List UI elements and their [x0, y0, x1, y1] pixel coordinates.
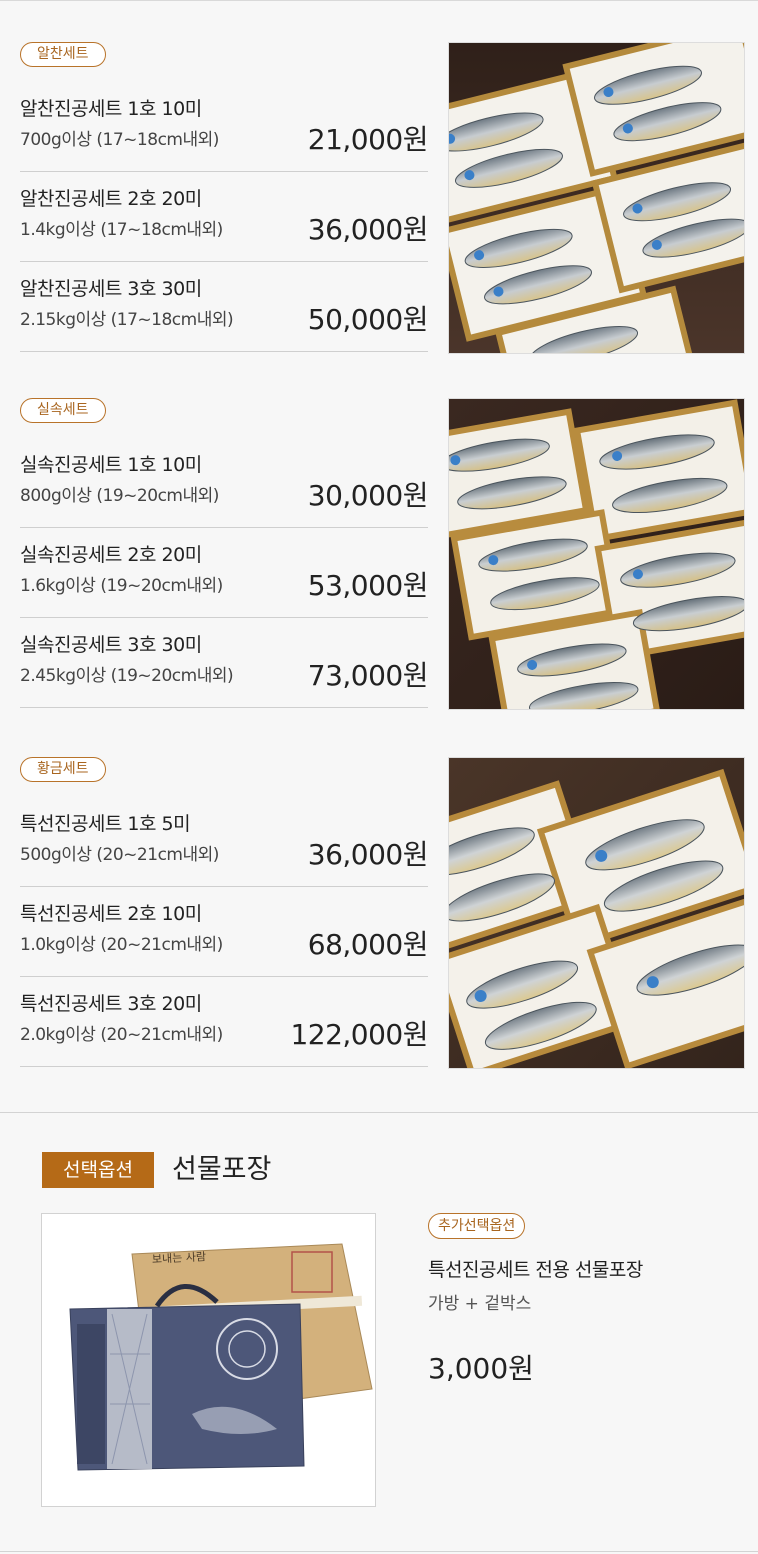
gift-package-photo: 보내는 사람	[41, 1213, 376, 1507]
set-item[interactable]: 실속진공세트 2호 20미 1.6kg이상 (19~20cm내외) 53,000…	[20, 528, 429, 618]
extra-option-badge: 추가선택옵션	[428, 1213, 526, 1239]
item-name: 실속진공세트 2호 20미	[20, 544, 202, 566]
set-section-silsok: 실속세트 실속진공세트 1호 10미 800g이상 (19~20cm내외) 30…	[20, 398, 745, 710]
set-item-list: 알찬진공세트 1호 10미 700g이상 (17~18cm내외) 21,000원…	[20, 82, 429, 352]
product-photo	[448, 398, 745, 710]
option-tag: 선택옵션	[42, 1152, 154, 1188]
item-spec: 500g이상 (20~21cm내외)	[20, 845, 219, 865]
item-price: 50,000원	[307, 303, 429, 336]
item-spec: 2.15kg이상 (17~18cm내외)	[20, 310, 234, 330]
item-name: 특선진공세트 1호 5미	[20, 813, 191, 835]
set-item[interactable]: 알찬진공세트 1호 10미 700g이상 (17~18cm내외) 21,000원	[20, 82, 429, 172]
item-name: 실속진공세트 1호 10미	[20, 454, 202, 476]
item-price: 36,000원	[307, 213, 429, 246]
item-price: 36,000원	[307, 838, 429, 871]
item-name: 알찬진공세트 3호 30미	[20, 278, 202, 300]
item-price: 122,000원	[290, 1018, 428, 1051]
item-price: 53,000원	[307, 569, 429, 602]
item-spec: 700g이상 (17~18cm내외)	[20, 130, 219, 150]
set-item-list: 특선진공세트 1호 5미 500g이상 (20~21cm내외) 36,000원 …	[20, 797, 429, 1067]
product-page: 알찬세트 알찬진공세트 1호 10미 700g이상 (17~18cm내외) 21…	[0, 0, 758, 1554]
extra-option-detail: 가방 + 겉박스	[428, 1294, 532, 1314]
item-price: 73,000원	[307, 659, 429, 692]
set-badge: 황금세트	[20, 757, 106, 782]
option-title: 선물포장	[172, 1154, 272, 1185]
top-divider	[0, 0, 758, 1]
item-name: 알찬진공세트 1호 10미	[20, 98, 202, 120]
product-photo	[448, 757, 745, 1069]
set-section-alchan: 알찬세트 알찬진공세트 1호 10미 700g이상 (17~18cm내외) 21…	[20, 42, 745, 354]
item-name: 실속진공세트 3호 30미	[20, 634, 202, 656]
extra-option-name: 특선진공세트 전용 선물포장	[428, 1259, 643, 1281]
set-item[interactable]: 실속진공세트 1호 10미 800g이상 (19~20cm내외) 30,000원	[20, 438, 429, 528]
set-item[interactable]: 실속진공세트 3호 30미 2.45kg이상 (19~20cm내외) 73,00…	[20, 618, 429, 708]
set-item[interactable]: 알찬진공세트 3호 30미 2.15kg이상 (17~18cm내외) 50,00…	[20, 262, 429, 352]
item-price: 21,000원	[307, 123, 429, 156]
set-item[interactable]: 특선진공세트 2호 10미 1.0kg이상 (20~21cm내외) 68,000…	[20, 887, 429, 977]
item-spec: 800g이상 (19~20cm내외)	[20, 486, 219, 506]
item-spec: 1.6kg이상 (19~20cm내외)	[20, 576, 223, 596]
item-price: 68,000원	[307, 928, 429, 961]
item-price: 30,000원	[307, 479, 429, 512]
item-spec: 2.0kg이상 (20~21cm내외)	[20, 1025, 223, 1045]
product-photo	[448, 42, 745, 354]
set-badge: 실속세트	[20, 398, 106, 423]
item-name: 특선진공세트 2호 10미	[20, 903, 202, 925]
set-section-hwanggeum: 황금세트 특선진공세트 1호 5미 500g이상 (20~21cm내외) 36,…	[20, 757, 745, 1069]
set-badge: 알찬세트	[20, 42, 106, 67]
section-divider	[0, 1112, 758, 1113]
item-spec: 1.4kg이상 (17~18cm내외)	[20, 220, 223, 240]
item-spec: 1.0kg이상 (20~21cm내외)	[20, 935, 223, 955]
set-item[interactable]: 알찬진공세트 2호 20미 1.4kg이상 (17~18cm내외) 36,000…	[20, 172, 429, 262]
extra-option-price: 3,000원	[428, 1352, 534, 1385]
item-spec: 2.45kg이상 (19~20cm내외)	[20, 666, 234, 686]
set-item-list: 실속진공세트 1호 10미 800g이상 (19~20cm내외) 30,000원…	[20, 438, 429, 708]
item-name: 알찬진공세트 2호 20미	[20, 188, 202, 210]
item-name: 특선진공세트 3호 20미	[20, 993, 202, 1015]
bottom-divider	[0, 1551, 758, 1552]
set-item[interactable]: 특선진공세트 3호 20미 2.0kg이상 (20~21cm내외) 122,00…	[20, 977, 428, 1067]
set-item[interactable]: 특선진공세트 1호 5미 500g이상 (20~21cm내외) 36,000원	[20, 797, 429, 887]
